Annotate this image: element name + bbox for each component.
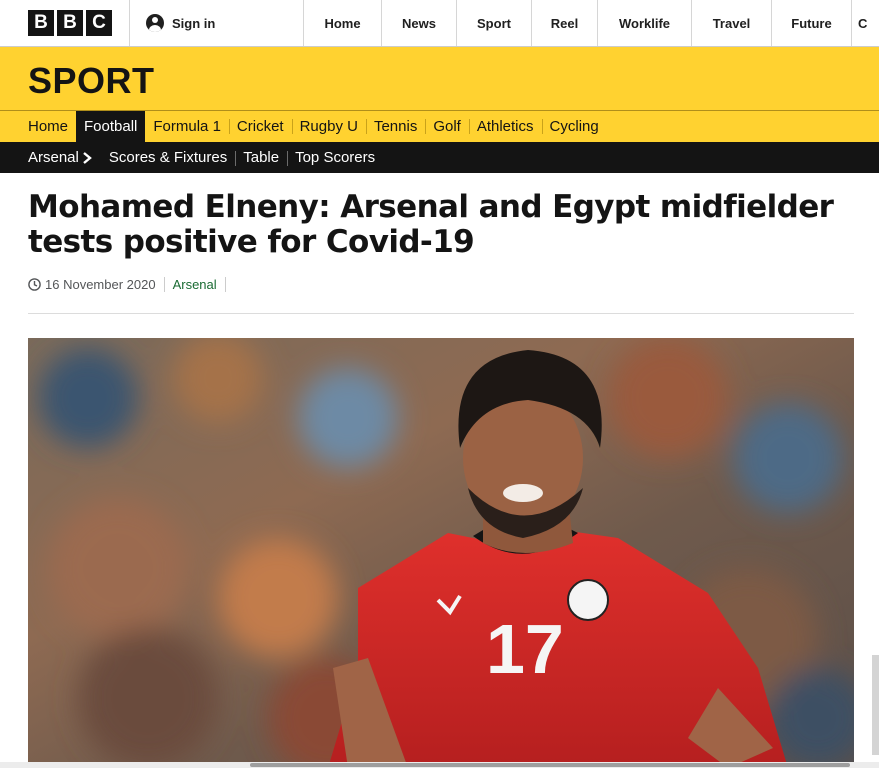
global-nav-sport[interactable]: Sport [456,0,531,46]
header-divider [28,313,854,314]
sport-nav-tennis[interactable]: Tennis [365,111,425,142]
sport-nav-rugby-union[interactable]: Rugby U [291,111,366,142]
clock-icon [28,278,41,291]
bbc-logo-block: C [86,10,112,36]
sport-nav: Home Football Formula 1 Cricket Rugby U … [0,111,879,142]
team-sub-nav: Arsenal Scores & Fixtures Table Top Scor… [0,142,879,173]
top-scorers-link[interactable]: Top Scorers [287,149,383,166]
global-nav-future[interactable]: Future [771,0,851,46]
horizontal-scrollbar[interactable] [0,762,879,768]
global-nav-travel[interactable]: Travel [691,0,771,46]
bbc-logo-block: B [28,10,54,36]
global-nav-bar: B B C Sign in Home News Sport Reel Workl… [0,0,879,47]
global-nav-reel[interactable]: Reel [531,0,597,46]
table-link[interactable]: Table [235,149,287,166]
sport-nav-home[interactable]: Home [20,111,76,142]
team-link[interactable]: Arsenal [28,149,101,166]
global-nav-culture-partial[interactable]: C [851,0,879,46]
scrollbar-thumb[interactable] [250,763,850,767]
article-meta: 16 November 2020 Arsenal [28,277,234,292]
global-nav-links: Home News Sport Reel Worklife Travel Fut… [303,0,879,46]
bbc-logo[interactable]: B B C [0,0,129,46]
sign-in-link[interactable]: Sign in [129,0,303,46]
teeth [503,484,543,502]
article-hero-image: 17 [28,338,854,768]
sport-nav-formula-1[interactable]: Formula 1 [145,111,229,142]
article-topic-tag[interactable]: Arsenal [173,277,217,292]
global-nav-news[interactable]: News [381,0,456,46]
team-label: Arsenal [28,149,79,166]
sign-in-label: Sign in [172,15,216,31]
meta-divider [163,277,165,292]
sport-brand[interactable]: SPORT [28,60,155,102]
bbc-logo-block: B [57,10,83,36]
article-date: 16 November 2020 [45,277,156,292]
article-headline: Mohamed Elneny: Arsenal and Egypt midfie… [28,189,834,260]
player-photo: 17 [28,338,854,768]
sport-nav-football[interactable]: Football [76,111,146,142]
sport-nav-cycling[interactable]: Cycling [541,111,607,142]
chevron-right-icon [83,151,92,164]
sport-nav-cricket[interactable]: Cricket [228,111,292,142]
global-nav-home[interactable]: Home [303,0,381,46]
sport-header: SPORT [0,47,879,111]
global-nav-worklife[interactable]: Worklife [597,0,691,46]
scores-fixtures-link[interactable]: Scores & Fixtures [101,149,235,166]
meta-divider [224,277,226,292]
sport-nav-athletics[interactable]: Athletics [468,111,542,142]
sport-nav-golf[interactable]: Golf [425,111,469,142]
vertical-scrollbar[interactable] [872,655,879,755]
user-icon [146,14,164,32]
shirt-number: 17 [486,610,564,688]
team-crest [567,579,609,621]
